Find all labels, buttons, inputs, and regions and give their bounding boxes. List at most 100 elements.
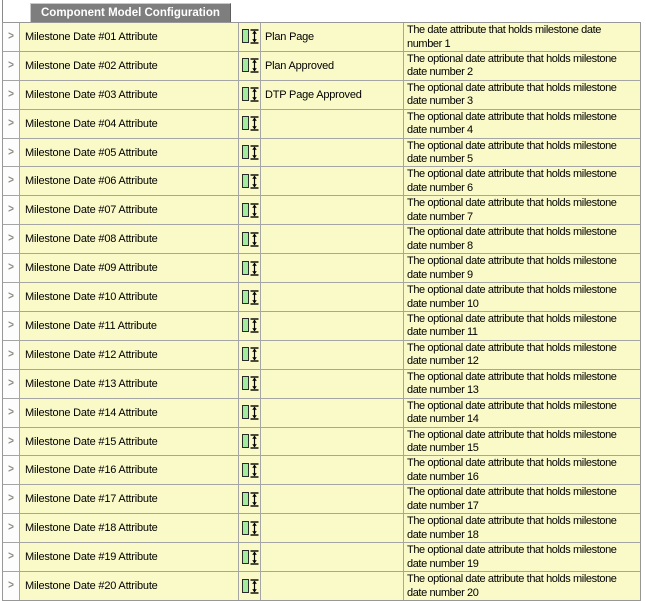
attribute-value-field[interactable] xyxy=(261,283,403,311)
attribute-value-field[interactable] xyxy=(261,109,403,138)
attribute-value-field[interactable] xyxy=(261,138,403,167)
attribute-description: The optional date attribute that holds m… xyxy=(404,485,640,514)
attribute-type-cell xyxy=(239,80,260,109)
expand-row-button[interactable]: > xyxy=(3,514,19,543)
vertical-resize-icon xyxy=(242,231,259,247)
expand-row-button[interactable]: > xyxy=(3,456,19,485)
attribute-value-field[interactable] xyxy=(261,543,403,572)
attribute-type-cell xyxy=(239,369,260,398)
attribute-description: The optional date attribute that holds m… xyxy=(404,340,640,369)
attribute-label: Milestone Date #12 Attribute xyxy=(20,340,238,369)
attribute-type-cell xyxy=(239,340,260,369)
attribute-label: Milestone Date #16 Attribute xyxy=(20,456,238,485)
expand-row-button[interactable]: > xyxy=(3,138,19,167)
attribute-label: Milestone Date #15 Attribute xyxy=(20,427,238,456)
vertical-resize-icon xyxy=(242,376,259,391)
attribute-value-field[interactable] xyxy=(261,427,403,456)
expand-row-button[interactable]: > xyxy=(3,398,19,427)
attribute-value-field[interactable] xyxy=(261,398,403,427)
expand-row-button[interactable]: > xyxy=(3,225,19,254)
vertical-resize-icon xyxy=(242,145,259,160)
attribute-label: Milestone Date #18 Attribute xyxy=(20,514,238,543)
expand-row-button[interactable]: > xyxy=(3,109,19,138)
chevron-right-icon: > xyxy=(8,550,14,563)
attribute-type-cell xyxy=(239,572,260,600)
expand-row-button[interactable]: > xyxy=(3,167,19,196)
attribute-label: Milestone Date #05 Attribute xyxy=(20,138,238,167)
chevron-right-icon: > xyxy=(8,492,14,506)
attribute-description: The optional date attribute that holds m… xyxy=(404,225,640,254)
attribute-description: The optional date attribute that holds m… xyxy=(404,572,640,600)
expand-row-button[interactable]: > xyxy=(3,23,19,51)
attribute-value-field[interactable] xyxy=(261,254,403,283)
chevron-right-icon: > xyxy=(8,261,14,274)
attribute-description: The optional date attribute that holds m… xyxy=(404,456,640,485)
expand-row-button[interactable]: > xyxy=(3,340,19,369)
attribute-description: The optional date attribute that holds m… xyxy=(404,369,640,398)
attribute-label: Milestone Date #03 Attribute xyxy=(20,80,238,109)
attribute-type-cell xyxy=(239,51,260,80)
expand-row-button[interactable]: > xyxy=(3,254,19,283)
attribute-type-cell xyxy=(239,23,260,51)
attribute-value-field[interactable] xyxy=(261,485,403,514)
attribute-type-cell xyxy=(239,254,260,283)
attribute-label: Milestone Date #08 Attribute xyxy=(20,225,238,254)
attribute-label: Milestone Date #13 Attribute xyxy=(20,369,238,398)
attribute-type-cell xyxy=(239,456,260,485)
attribute-value-field[interactable] xyxy=(261,196,403,225)
chevron-right-icon: > xyxy=(8,174,14,188)
expand-row-button[interactable]: > xyxy=(3,485,19,514)
expand-row-button[interactable]: > xyxy=(3,80,19,109)
expand-row-button[interactable]: > xyxy=(3,572,19,600)
attribute-value-field[interactable] xyxy=(261,514,403,543)
chevron-right-icon: > xyxy=(8,434,14,448)
tab-component-model-configuration[interactable]: Component Model Configuration xyxy=(30,3,231,22)
expand-row-button[interactable]: > xyxy=(3,369,19,398)
attribute-value-field[interactable] xyxy=(261,311,403,340)
attribute-value-field[interactable] xyxy=(261,456,403,485)
attribute-value-field[interactable]: Plan Page xyxy=(261,23,403,51)
attribute-description: The optional date attribute that holds m… xyxy=(404,51,640,80)
attribute-label: Milestone Date #11 Attribute xyxy=(20,311,238,340)
vertical-resize-icon xyxy=(242,116,259,131)
attribute-type-cell xyxy=(239,543,260,572)
attribute-label: Milestone Date #17 Attribute xyxy=(20,485,238,514)
attribute-label: Milestone Date #09 Attribute xyxy=(20,254,238,283)
chevron-right-icon: > xyxy=(8,376,14,390)
vertical-resize-icon xyxy=(242,405,259,420)
attribute-type-cell xyxy=(239,109,260,138)
vertical-resize-icon xyxy=(242,58,259,74)
expand-row-button[interactable]: > xyxy=(3,283,19,311)
attribute-label: Milestone Date #06 Attribute xyxy=(20,167,238,196)
attribute-description: The optional date attribute that holds m… xyxy=(404,398,640,427)
expand-row-button[interactable]: > xyxy=(3,51,19,80)
attribute-description: The optional date attribute that holds m… xyxy=(404,109,640,138)
attribute-label: Milestone Date #10 Attribute xyxy=(20,283,238,311)
attribute-value-field[interactable]: DTP Page Approved xyxy=(261,80,403,109)
vertical-resize-icon xyxy=(242,318,259,334)
attribute-description: The optional date attribute that holds m… xyxy=(404,283,640,311)
attribute-label: Milestone Date #20 Attribute xyxy=(20,572,238,600)
chevron-right-icon: > xyxy=(8,232,14,245)
attribute-description: The optional date attribute that holds m… xyxy=(404,138,640,167)
attribute-value-field[interactable] xyxy=(261,340,403,369)
attribute-value-field[interactable] xyxy=(261,369,403,398)
chevron-right-icon: > xyxy=(8,203,14,217)
expand-row-button[interactable]: > xyxy=(3,196,19,225)
attribute-description: The optional date attribute that holds m… xyxy=(404,427,640,456)
chevron-right-icon: > xyxy=(8,116,14,130)
expand-row-button[interactable]: > xyxy=(3,543,19,572)
chevron-right-icon: > xyxy=(8,521,14,534)
attribute-value-field[interactable]: Plan Approved xyxy=(261,51,403,80)
attribute-description: The optional date attribute that holds m… xyxy=(404,543,640,572)
expand-row-button[interactable]: > xyxy=(3,427,19,456)
attribute-value-field[interactable] xyxy=(261,225,403,254)
attribute-value-field[interactable] xyxy=(261,167,403,196)
panel-left-border xyxy=(2,0,3,22)
attribute-description: The optional date attribute that holds m… xyxy=(404,167,640,196)
expand-row-button[interactable]: > xyxy=(3,311,19,340)
chevron-right-icon: > xyxy=(8,347,14,361)
vertical-resize-icon xyxy=(242,29,259,45)
attribute-type-cell xyxy=(239,311,260,340)
attribute-value-field[interactable] xyxy=(261,572,403,600)
